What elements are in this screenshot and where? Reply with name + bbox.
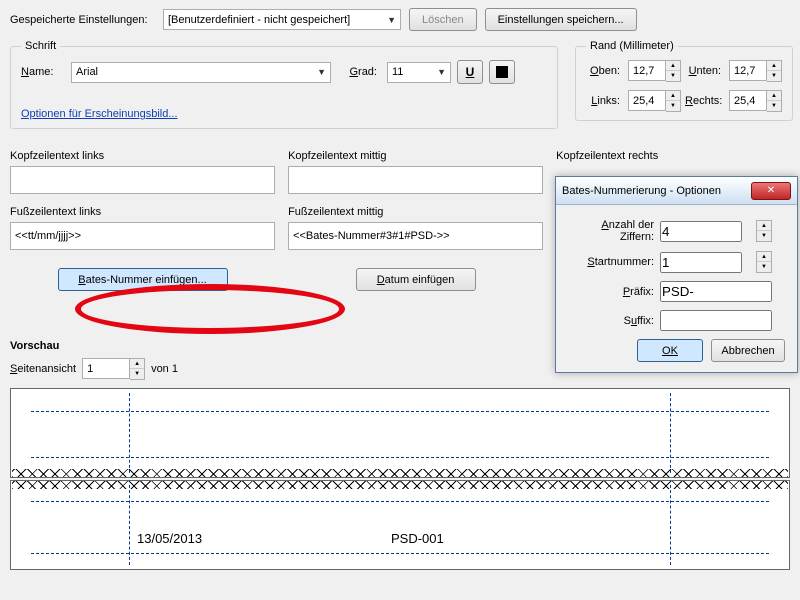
preview-date: 13/05/2013 bbox=[137, 531, 202, 546]
margin-right-input[interactable] bbox=[729, 90, 767, 111]
footer-left-input[interactable] bbox=[10, 222, 275, 250]
header-center-label: Kopfzeilentext mittig bbox=[288, 150, 543, 162]
spinner-icon[interactable]: ▲▼ bbox=[666, 60, 681, 82]
grad-label: Grad: bbox=[337, 66, 381, 78]
font-name-label: Name: bbox=[21, 66, 65, 78]
page-total: von 1 bbox=[151, 363, 178, 375]
insert-date-button[interactable]: Datum einfügen bbox=[356, 268, 476, 291]
header-left-input[interactable] bbox=[10, 166, 275, 194]
preview-top bbox=[10, 388, 790, 478]
prefix-input[interactable] bbox=[660, 281, 772, 302]
margin-top-input[interactable] bbox=[628, 60, 666, 81]
digits-label: Anzahl der Ziffern: bbox=[566, 219, 660, 243]
insert-bates-button[interactable]: Bates-Nummer einfügen... bbox=[58, 268, 228, 291]
color-icon[interactable] bbox=[489, 60, 515, 84]
appearance-options-link[interactable]: Optionen für Erscheinungsbild... bbox=[21, 108, 178, 120]
start-label: Startnummer: bbox=[566, 256, 660, 268]
saved-settings-combo[interactable]: [Benutzerdefiniert - nicht gespeichert]▼ bbox=[163, 9, 401, 30]
footer-left-label: Fußzeilentext links bbox=[10, 206, 275, 218]
saved-settings-label: Gespeicherte Einstellungen: bbox=[10, 14, 155, 26]
margin-fieldset: Rand (Millimeter) Oben: ▲▼ Unten: ▲▼ Lin… bbox=[575, 40, 793, 121]
header-right-label: Kopfzeilentext rechts bbox=[556, 150, 786, 162]
margin-bottom-input[interactable] bbox=[729, 60, 767, 81]
prefix-label: Präfix: bbox=[566, 286, 660, 298]
spinner-icon[interactable]: ▲▼ bbox=[756, 220, 772, 242]
header-center-input[interactable] bbox=[288, 166, 543, 194]
margin-top-label: Oben: bbox=[586, 65, 624, 77]
underline-icon[interactable]: U bbox=[457, 60, 483, 84]
highlight-oval bbox=[75, 284, 345, 334]
page-input[interactable] bbox=[82, 358, 130, 379]
preview-bottom: 13/05/2013 PSD-001 bbox=[10, 480, 790, 570]
suffix-label: Suffix: bbox=[566, 315, 660, 327]
footer-center-input[interactable] bbox=[288, 222, 543, 250]
close-icon[interactable]: ✕ bbox=[751, 182, 791, 200]
margin-left-input[interactable] bbox=[628, 90, 666, 111]
spinner-icon[interactable]: ▲▼ bbox=[767, 90, 782, 112]
font-fieldset: Schrift Name: Arial▼ Grad: 11▼ U Optione… bbox=[10, 40, 558, 129]
header-left-label: Kopfzeilentext links bbox=[10, 150, 275, 162]
page-view-label: Seitenansicht bbox=[10, 363, 76, 375]
spinner-icon[interactable]: ▲▼ bbox=[767, 60, 782, 82]
save-settings-button[interactable]: Einstellungen speichern... bbox=[485, 8, 637, 31]
margin-right-label: Rechts: bbox=[685, 95, 725, 107]
ok-button[interactable]: OK bbox=[637, 339, 703, 362]
spinner-icon[interactable]: ▲▼ bbox=[756, 251, 772, 273]
font-legend: Schrift bbox=[21, 40, 60, 52]
spinner-icon[interactable]: ▲▼ bbox=[130, 358, 145, 380]
bates-options-dialog: Bates-Nummerierung - Optionen ✕ Anzahl d… bbox=[555, 176, 798, 373]
footer-center-label: Fußzeilentext mittig bbox=[288, 206, 543, 218]
suffix-input[interactable] bbox=[660, 310, 772, 331]
delete-button[interactable]: Löschen bbox=[409, 8, 477, 31]
cancel-button[interactable]: Abbrechen bbox=[711, 339, 785, 362]
margin-bottom-label: Unten: bbox=[685, 65, 725, 77]
grad-combo[interactable]: 11▼ bbox=[387, 62, 451, 83]
preview-bates: PSD-001 bbox=[391, 531, 444, 546]
font-combo[interactable]: Arial▼ bbox=[71, 62, 331, 83]
start-input[interactable] bbox=[660, 252, 742, 273]
dialog-title: Bates-Nummerierung - Optionen bbox=[562, 185, 721, 197]
margin-legend: Rand (Millimeter) bbox=[586, 40, 678, 52]
margin-left-label: Links: bbox=[586, 95, 624, 107]
digits-input[interactable] bbox=[660, 221, 742, 242]
spinner-icon[interactable]: ▲▼ bbox=[666, 90, 681, 112]
